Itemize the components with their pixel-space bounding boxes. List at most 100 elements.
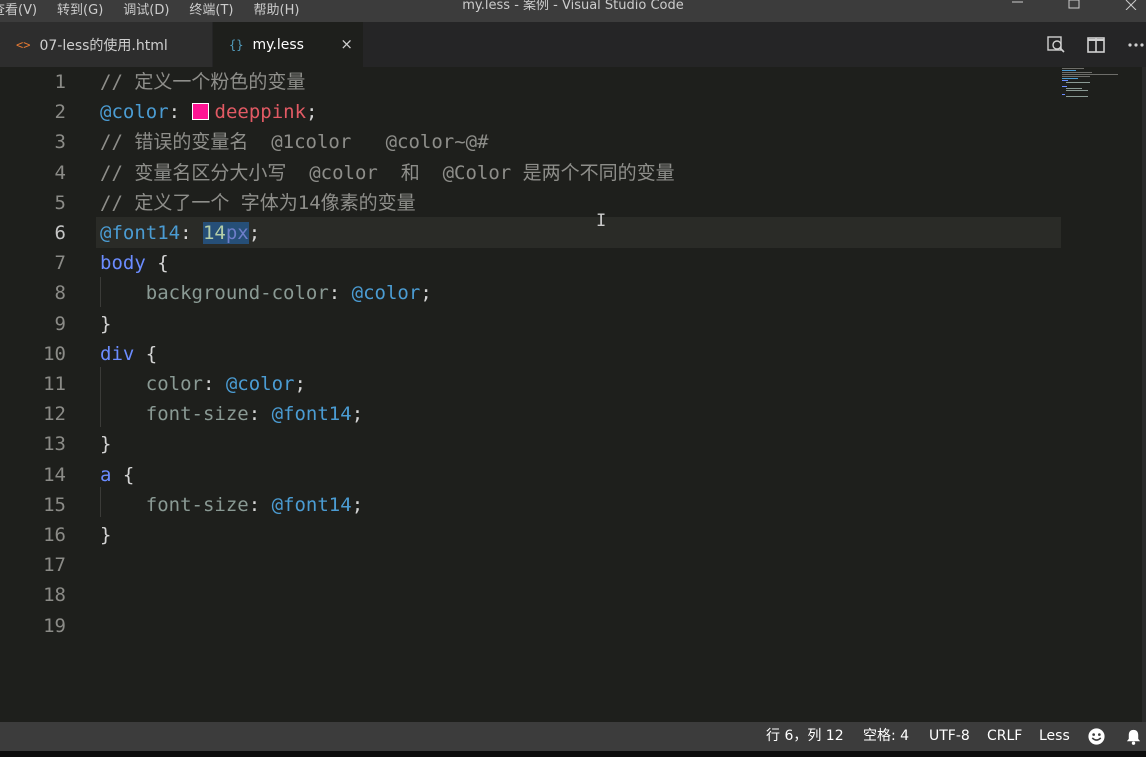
tab-close-icon[interactable]: × xyxy=(340,35,353,53)
close-icon xyxy=(1125,0,1137,10)
code-token: // 错误的变量名 @1color @color~@# xyxy=(100,131,489,154)
code-token: : xyxy=(202,373,226,395)
color-swatch-icon[interactable] xyxy=(191,103,209,121)
mouse-ibeam-cursor: I xyxy=(596,211,607,231)
code-line: body { xyxy=(100,248,169,278)
indent-guide xyxy=(100,487,101,517)
code-line: } xyxy=(100,520,111,550)
open-changes-button[interactable] xyxy=(1036,35,1076,55)
code-line: // 错误的变量名 @1color @color~@# xyxy=(100,127,489,157)
html-file-icon: <> xyxy=(16,37,31,52)
line-number: 2 xyxy=(54,101,66,124)
line-number: 10 xyxy=(43,342,66,365)
tab-label: my.less xyxy=(252,36,304,53)
code-line: div { xyxy=(100,339,157,369)
line-number: 6 xyxy=(54,222,66,244)
code-token: 14 xyxy=(202,222,226,244)
code-token: @font14 xyxy=(271,493,352,516)
feedback-button[interactable] xyxy=(1087,727,1106,747)
line-number: 3 xyxy=(54,131,66,154)
feedback-smiley-icon xyxy=(1088,728,1105,745)
code-token: @color xyxy=(225,373,295,395)
line-number: 15 xyxy=(43,493,66,516)
code-token: deeppink xyxy=(214,101,307,124)
code-line: } xyxy=(100,429,111,459)
line-number: 9 xyxy=(54,312,66,335)
editor-actions xyxy=(1036,22,1146,67)
line-number: 1 xyxy=(54,71,66,93)
code-line: // 定义一个粉色的变量 xyxy=(100,67,305,97)
code-token: @font14 xyxy=(100,222,181,244)
code-line: // 定义了一个 字体为14像素的变量 xyxy=(100,188,416,218)
indentation-setting[interactable]: 空格: 4 xyxy=(863,722,909,751)
code-line: background-color: @color; xyxy=(100,278,432,308)
split-editor-button[interactable] xyxy=(1076,35,1116,55)
menu-item-view[interactable]: 查看(V) xyxy=(0,4,37,18)
code-token: // 变量名区分大小写 @color 和 @Color 是两个不同的变量 xyxy=(100,161,675,184)
code-line: @font14: 14px; xyxy=(100,218,260,248)
status-bar: 行 6，列 12 空格: 4 UTF-8 CRLF Less xyxy=(0,722,1146,751)
code-token: color xyxy=(100,373,203,395)
minimap[interactable] xyxy=(1062,67,1146,107)
line-number: 13 xyxy=(43,433,66,456)
menu-item-goto[interactable]: 转到(G) xyxy=(57,4,103,18)
minimize-button[interactable] xyxy=(995,0,1041,22)
minimize-icon xyxy=(1012,1,1023,3)
code-token: : xyxy=(248,403,272,426)
code-token: div xyxy=(100,342,135,365)
title-bar: 查看(V) 转到(G) 调试(D) 终端(T) 帮助(H) my.less - … xyxy=(0,0,1146,22)
bottom-edge xyxy=(0,751,1146,757)
code-token: { xyxy=(111,463,135,486)
less-file-icon: {} xyxy=(229,37,244,52)
tab-html-file[interactable]: <> 07-less的使用.html xyxy=(0,22,212,67)
language-mode[interactable]: Less xyxy=(1039,722,1070,751)
code-line: font-size: @font14; xyxy=(100,399,363,429)
code-token: } xyxy=(100,524,112,546)
notifications-button[interactable] xyxy=(1125,728,1142,748)
line-number: 4 xyxy=(54,161,66,184)
code-token: body xyxy=(100,252,146,275)
line-number: 11 xyxy=(43,373,66,395)
code-line: // 变量名区分大小写 @color 和 @Color 是两个不同的变量 xyxy=(100,158,675,188)
code-token: a xyxy=(100,463,112,486)
more-actions-button[interactable] xyxy=(1116,35,1146,55)
code-token: { xyxy=(134,342,158,365)
code-token: ; xyxy=(248,222,261,244)
restore-button[interactable] xyxy=(1051,0,1097,22)
open-changes-icon xyxy=(1047,35,1065,53)
menu-item-debug[interactable]: 调试(D) xyxy=(123,4,169,18)
line-number: 19 xyxy=(43,614,66,637)
line-number: 7 xyxy=(54,252,66,275)
code-token: ; xyxy=(420,282,432,305)
code-editor[interactable]: 1 2 3 4 5 6 7 8 9 10 11 12 13 14 15 16 17 18 19 // 定义一个粉色的… xyxy=(0,67,1146,722)
line-number: 8 xyxy=(54,282,66,305)
line-number: 14 xyxy=(43,463,66,486)
line-ending-setting[interactable]: CRLF xyxy=(987,722,1022,751)
vertical-scrollbar[interactable] xyxy=(1142,67,1146,722)
code-token: px xyxy=(225,222,249,244)
code-token: { xyxy=(145,252,169,275)
menu-item-terminal[interactable]: 终端(T) xyxy=(189,4,233,18)
code-line: font-size: @font14; xyxy=(100,490,363,520)
notifications-bell-icon xyxy=(1126,729,1141,745)
cursor-position[interactable]: 行 6，列 12 xyxy=(766,722,844,751)
code-token: } xyxy=(100,312,112,335)
tab-label: 07-less的使用.html xyxy=(39,37,168,54)
menu-bar: 查看(V) 转到(G) 调试(D) 终端(T) 帮助(H) xyxy=(0,0,319,22)
close-window-button[interactable] xyxy=(1108,0,1146,22)
menu-item-help[interactable]: 帮助(H) xyxy=(254,4,300,18)
code-token: background-color xyxy=(100,282,329,305)
code-token: : xyxy=(168,101,192,124)
line-number: 16 xyxy=(43,524,66,546)
code-token: ; xyxy=(294,373,306,395)
tab-my-less[interactable]: {} my.less × xyxy=(213,22,363,67)
code-token: @color xyxy=(100,101,169,124)
code-line: } xyxy=(100,309,111,339)
code-token: // 定义一个粉色的变量 xyxy=(100,71,306,93)
code-token: @color xyxy=(351,282,421,305)
encoding-setting[interactable]: UTF-8 xyxy=(929,722,970,751)
more-actions-icon xyxy=(1128,42,1144,47)
indent-guide xyxy=(100,277,101,307)
line-number: 5 xyxy=(54,191,66,214)
line-number: 12 xyxy=(43,403,66,426)
